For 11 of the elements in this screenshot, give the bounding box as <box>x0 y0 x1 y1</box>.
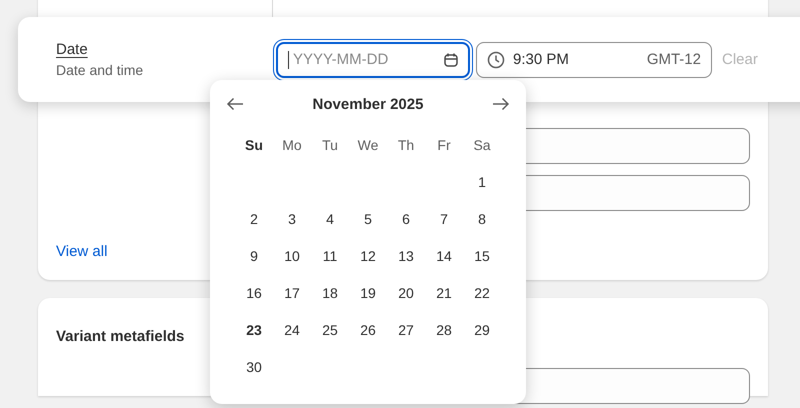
field-label: Date <box>56 41 89 58</box>
weekday-label: Mo <box>282 136 302 152</box>
weekday-label: We <box>358 136 378 152</box>
timezone-label: GMT-12 <box>646 51 701 68</box>
help-text: Date and time <box>56 62 144 78</box>
month-title: November 2025 <box>312 96 424 112</box>
weekday-label: Tu <box>322 136 338 152</box>
weekday-label: Fr <box>437 136 451 152</box>
weekday-label: Sa <box>473 136 491 152</box>
weekday-label: Th <box>398 136 414 152</box>
weekday-label: Su <box>245 136 263 152</box>
